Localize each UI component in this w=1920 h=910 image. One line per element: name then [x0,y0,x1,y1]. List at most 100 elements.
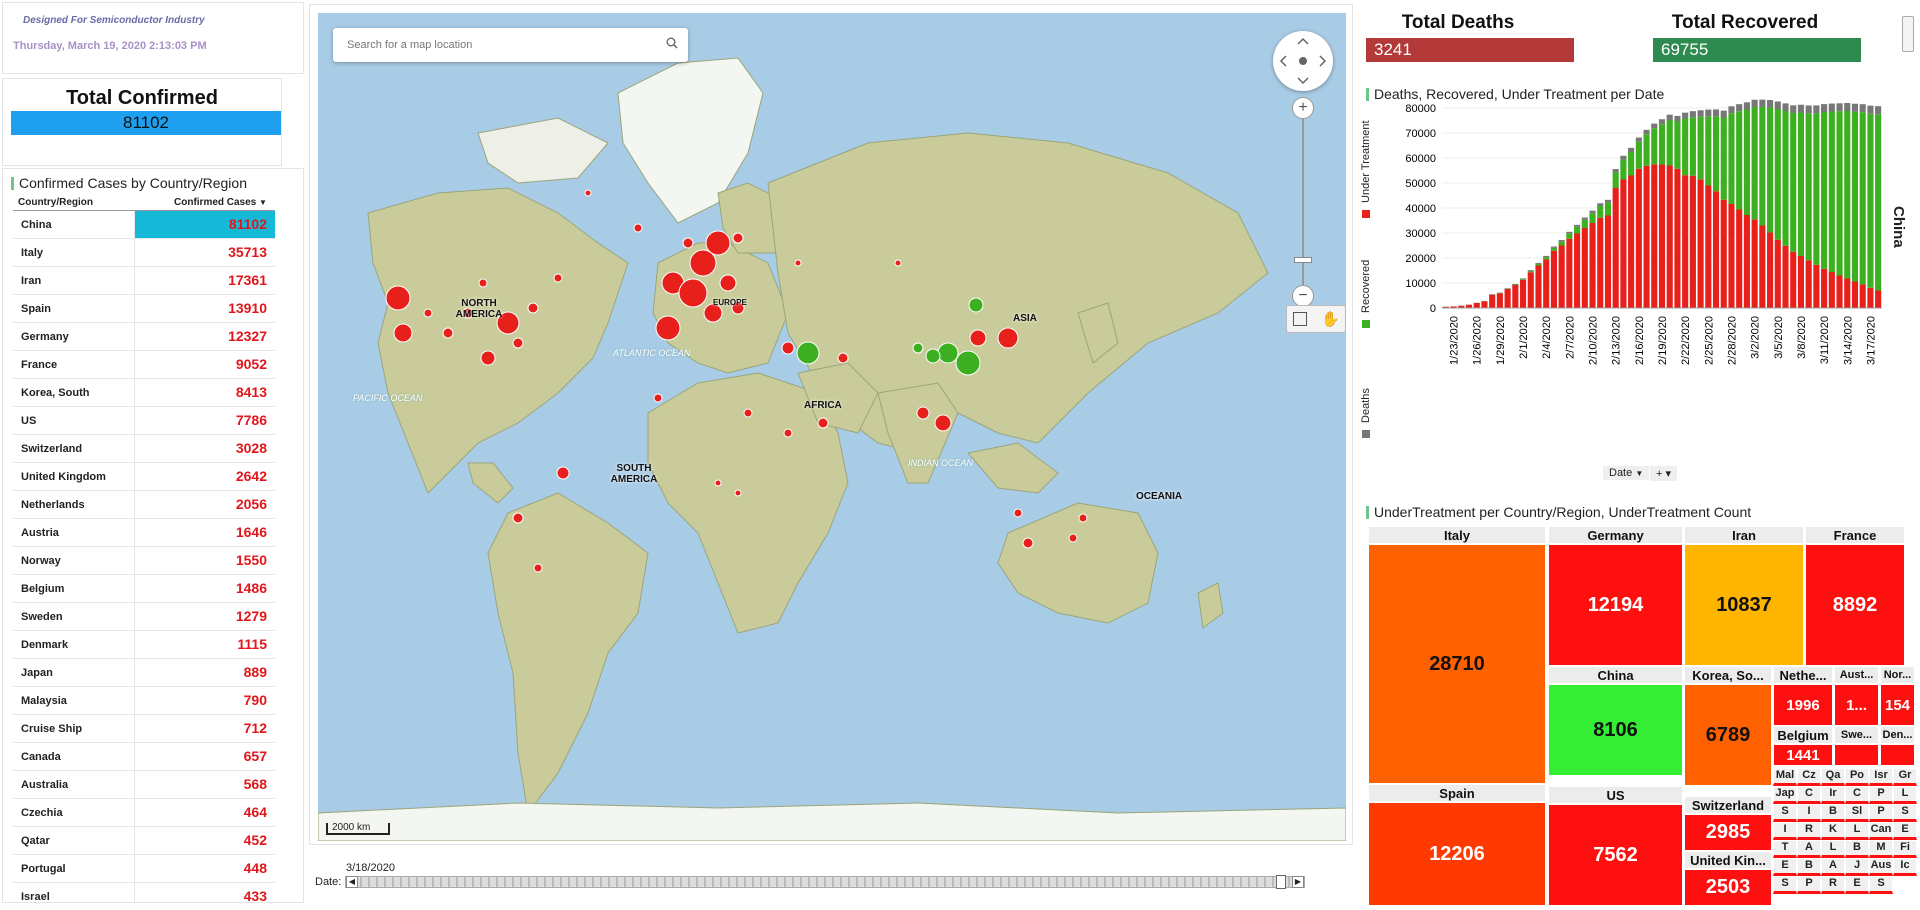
case-bubble[interactable] [916,406,930,420]
bar-recovered[interactable] [1674,121,1681,169]
bar-recovered[interactable] [1666,120,1673,166]
treemap-small-cell[interactable]: S [1773,876,1797,894]
treemap-small-cell[interactable]: P [1797,876,1821,894]
bar-recovered[interactable] [1751,107,1758,220]
bar-recovered[interactable] [1743,109,1750,216]
treemap-small-cell[interactable]: L [1893,786,1917,804]
case-bubble[interactable] [794,259,802,267]
bar-deaths[interactable] [1790,105,1797,113]
bar-deaths[interactable] [1697,110,1704,117]
treemap-cell[interactable]: 6789 [1684,684,1772,786]
treemap-small-cell[interactable]: Sl [1845,804,1869,822]
treemap-small-cell[interactable]: L [1821,840,1845,858]
bar-deaths[interactable] [1558,240,1565,242]
table-row[interactable]: Israel 433 [13,883,275,902]
treemap-small-cell[interactable]: A [1821,858,1845,876]
bar-under-treatment[interactable] [1628,175,1635,309]
map-canvas[interactable] [318,13,1346,841]
treemap-small-cell[interactable]: I [1773,822,1797,840]
bar-deaths[interactable] [1512,283,1519,285]
case-bubble[interactable] [934,414,952,432]
table-row[interactable]: Portugal 448 [13,855,275,883]
treemap-small-cell[interactable]: B [1821,804,1845,822]
case-bubble[interactable] [1022,537,1034,549]
treemap-small-cell[interactable]: Aus [1869,858,1893,876]
bar-recovered[interactable] [1558,241,1565,246]
treemap-small-cell[interactable]: Gr [1893,768,1917,786]
case-bubble[interactable] [997,327,1019,349]
bar-under-treatment[interactable] [1604,215,1612,309]
bar-under-treatment[interactable] [1504,289,1511,308]
bar-recovered[interactable] [1813,113,1820,265]
bar-deaths[interactable] [1797,104,1805,113]
bar-deaths[interactable] [1774,101,1781,109]
case-bubble[interactable] [925,348,941,364]
bar-deaths[interactable] [1566,231,1573,234]
bar-under-treatment[interactable] [1543,259,1550,308]
treemap-small-cell[interactable]: E [1773,858,1797,876]
bar-recovered[interactable] [1705,116,1712,186]
treemap-small-cell[interactable]: Fi [1893,840,1917,858]
bar-deaths[interactable] [1651,123,1658,129]
bar-under-treatment[interactable] [1821,268,1828,308]
bar-deaths[interactable] [1682,112,1689,119]
bar-under-treatment[interactable] [1712,191,1720,308]
bar-recovered[interactable] [1790,113,1797,252]
bar-under-treatment[interactable] [1481,301,1488,308]
bar-recovered[interactable] [1875,114,1882,291]
bar-deaths[interactable] [1743,102,1750,110]
date-slider-track[interactable]: ◀ ▶ [345,875,1305,889]
bar-under-treatment[interactable] [1767,232,1774,309]
bar-recovered[interactable] [1628,152,1635,176]
bar-recovered[interactable] [1682,118,1689,176]
bar-under-treatment[interactable] [1774,239,1781,308]
case-bubble[interactable] [783,428,793,438]
col-cases-header[interactable]: Confirmed Cases ▼ [174,197,267,208]
treemap-small-cell[interactable]: L [1845,822,1869,840]
world-map[interactable]: ATLANTIC OCEAN PACIFIC OCEAN INDIAN OCEA… [318,13,1346,841]
bar-deaths[interactable] [1728,106,1735,114]
bar-recovered[interactable] [1720,117,1727,200]
bar-recovered[interactable] [1512,284,1519,285]
bar-recovered[interactable] [1581,219,1588,228]
treemap-cell[interactable]: 1... [1834,684,1879,726]
zoom-in-button[interactable]: + [1292,97,1314,119]
bar-under-treatment[interactable] [1844,278,1851,309]
legend-item[interactable]: Under Treatment [1360,120,1378,218]
bar-recovered[interactable] [1759,107,1766,226]
treemap-cell[interactable] [1834,744,1879,766]
table-row[interactable]: Austria 1646 [13,519,275,547]
bar-deaths[interactable] [1767,100,1774,108]
bar-deaths[interactable] [1666,114,1673,120]
bar-recovered[interactable] [1697,116,1704,180]
bar-deaths[interactable] [1875,106,1882,115]
case-bubble[interactable] [655,315,681,341]
bar-deaths[interactable] [1612,169,1619,173]
table-row[interactable]: Canada 657 [13,743,275,771]
treemap-cell[interactable]: 8892 [1805,544,1905,666]
treemap-small-cell[interactable]: C [1797,786,1821,804]
bar-recovered[interactable] [1867,113,1874,288]
bar-deaths[interactable] [1851,103,1859,112]
bar-deaths[interactable] [1674,115,1681,122]
bar-recovered[interactable] [1635,141,1642,169]
bar-deaths[interactable] [1550,246,1557,248]
case-bubble[interactable] [955,350,981,376]
bar-under-treatment[interactable] [1658,164,1666,309]
case-bubble[interactable] [968,297,984,313]
case-bubble[interactable] [1078,513,1088,523]
table-row[interactable]: Belgium 1486 [13,575,275,603]
bar-recovered[interactable] [1519,279,1527,280]
bar-recovered[interactable] [1550,247,1557,251]
bar-deaths[interactable] [1643,129,1650,135]
bar-under-treatment[interactable] [1867,287,1874,308]
treemap-small-cell[interactable]: K [1821,822,1845,840]
case-bubble[interactable] [423,308,433,318]
treemap-small-cell[interactable]: I [1797,804,1821,822]
table-row[interactable]: US 7786 [13,407,275,435]
bar-recovered[interactable] [1712,116,1720,192]
bar-under-treatment[interactable] [1597,217,1604,308]
bar-under-treatment[interactable] [1813,264,1820,308]
case-bubble[interactable] [719,274,737,292]
bar-under-treatment[interactable] [1589,223,1596,308]
